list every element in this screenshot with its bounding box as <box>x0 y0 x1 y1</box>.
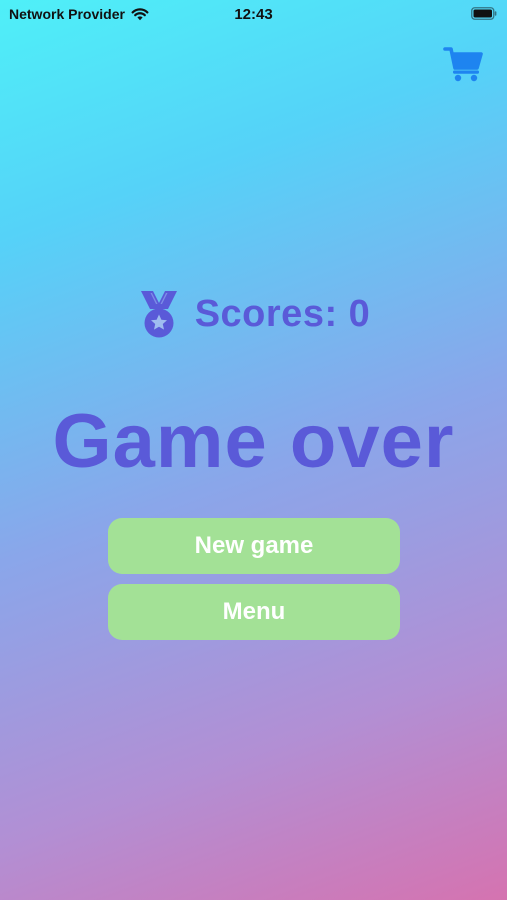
scores-display: Scores: 0 <box>0 287 507 341</box>
cart-button[interactable] <box>443 46 485 82</box>
status-bar: Network Provider 12:43 <box>0 0 507 30</box>
new-game-button[interactable]: New game <box>108 518 400 574</box>
menu-button[interactable]: Menu <box>108 584 400 640</box>
medal-icon <box>140 291 177 338</box>
battery-icon <box>471 7 497 20</box>
shopping-cart-icon <box>443 47 483 82</box>
game-over-title: Game over <box>52 399 455 484</box>
status-time: 12:43 <box>234 6 273 23</box>
scores-label: Scores: 0 <box>194 292 371 335</box>
